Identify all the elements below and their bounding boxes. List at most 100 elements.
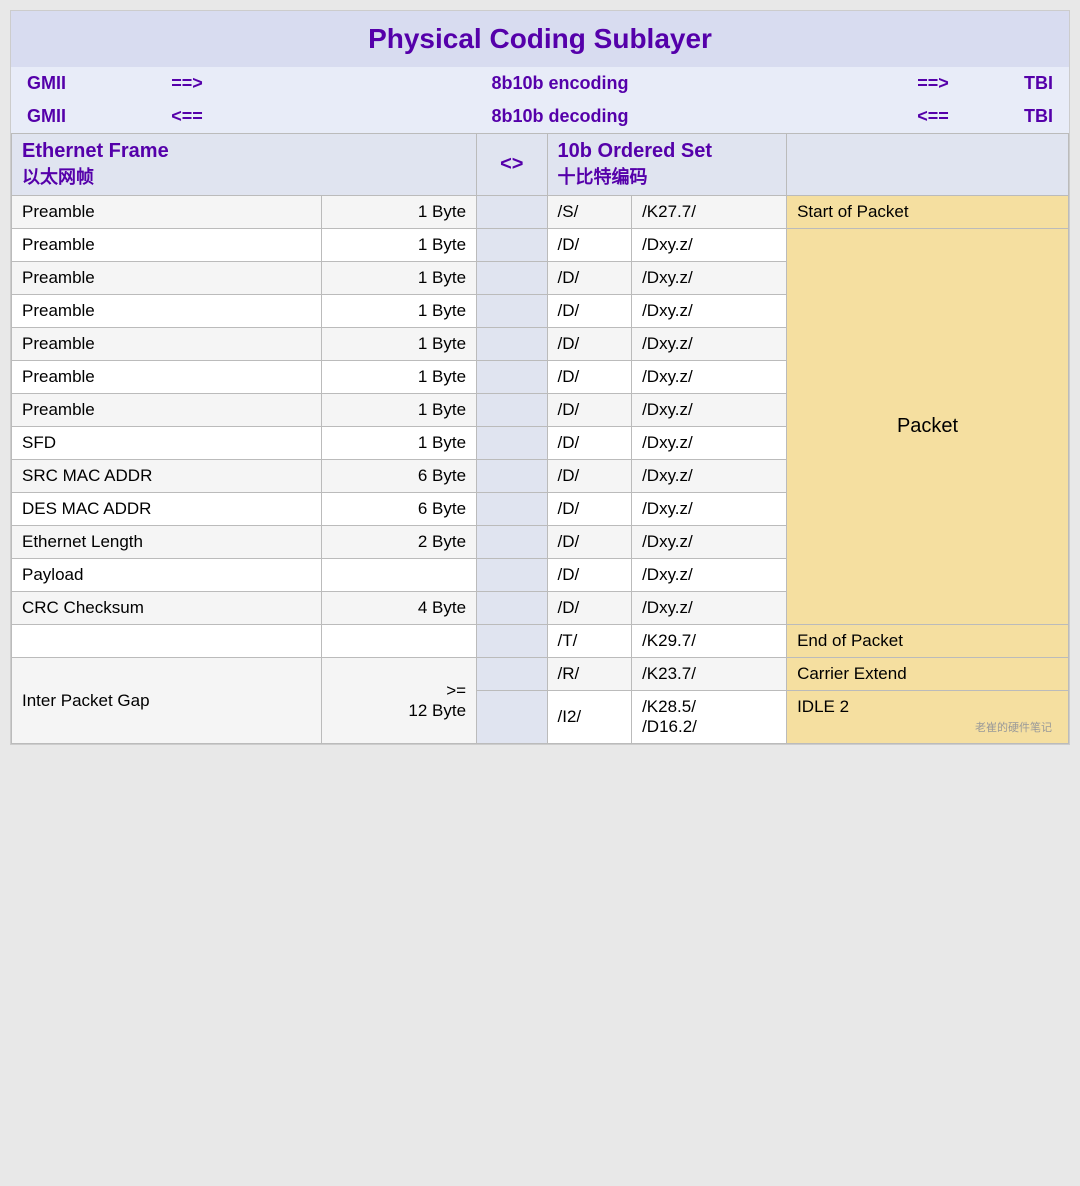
desc-field: Carrier Extend: [787, 658, 1069, 691]
code1-field: /D/: [547, 526, 632, 559]
code1-field: /D/: [547, 460, 632, 493]
code1-field: /D/: [547, 229, 632, 262]
frame-field: DES MAC ADDR: [12, 493, 322, 526]
code1-field: /D/: [547, 427, 632, 460]
encoding-label-1: 8b10b encoding: [227, 73, 893, 94]
sep-field: [477, 328, 547, 361]
frame-field: Payload: [12, 559, 322, 592]
size-field: 1 Byte: [322, 262, 477, 295]
sep-field: [477, 460, 547, 493]
code2-field: /Dxy.z/: [632, 427, 787, 460]
arrow-right-2: ==>: [893, 73, 973, 94]
frame-field: Preamble: [12, 328, 322, 361]
size-field: 4 Byte: [322, 592, 477, 625]
tbi-label-1: TBI: [973, 73, 1053, 94]
size-field: [322, 625, 477, 658]
frame-field: Preamble: [12, 394, 322, 427]
frame-field: Preamble: [12, 361, 322, 394]
code1-field: /D/: [547, 295, 632, 328]
sep-field: [477, 295, 547, 328]
table-row: Preamble 1 Byte /D/ /Dxy.z/ Packet: [12, 229, 1069, 262]
sep-field: [477, 691, 547, 744]
title-bar: Physical Coding Sublayer: [11, 11, 1069, 67]
code2-field: /Dxy.z/: [632, 328, 787, 361]
table-row: Preamble 1 Byte /S/ /K27.7/ Start of Pac…: [12, 196, 1069, 229]
sep-field: [477, 361, 547, 394]
header-arrow: <>: [477, 134, 547, 196]
code1-field: /I2/: [547, 691, 632, 744]
main-container: Physical Coding Sublayer GMII ==> 8b10b …: [10, 10, 1070, 745]
size-field: 1 Byte: [322, 361, 477, 394]
code2-field: /Dxy.z/: [632, 559, 787, 592]
size-field: 1 Byte: [322, 394, 477, 427]
frame-field: Preamble: [12, 262, 322, 295]
frame-field: Preamble: [12, 295, 322, 328]
packet-cell: Packet: [787, 229, 1069, 625]
code1-field: /D/: [547, 328, 632, 361]
code2-field: /Dxy.z/: [632, 592, 787, 625]
size-field: 1 Byte: [322, 328, 477, 361]
code1-field: /D/: [547, 262, 632, 295]
code2-field: /Dxy.z/: [632, 229, 787, 262]
desc-field: IDLE 2 老崔的硬件笔记: [787, 691, 1069, 744]
sep-field: [477, 658, 547, 691]
code2-field: /Dxy.z/: [632, 295, 787, 328]
sep-field: [477, 493, 547, 526]
size-field: 1 Byte: [322, 196, 477, 229]
code2-field: /Dxy.z/: [632, 361, 787, 394]
code2-field: /Dxy.z/: [632, 460, 787, 493]
code1-field: /D/: [547, 592, 632, 625]
sep-field: [477, 625, 547, 658]
encoding-row-2: GMII <== 8b10b decoding <== TBI: [11, 100, 1069, 133]
code2-field: /Dxy.z/: [632, 493, 787, 526]
arrow-left-2: <==: [893, 106, 973, 127]
sep-field: [477, 427, 547, 460]
table-header: Ethernet Frame以太网帧 <> 10b Ordered Set十比特…: [12, 134, 1069, 196]
decoding-label-1: 8b10b decoding: [227, 106, 893, 127]
code2-field: /K23.7/: [632, 658, 787, 691]
frame-field: [12, 625, 322, 658]
page-title: Physical Coding Sublayer: [368, 23, 712, 54]
main-table: Ethernet Frame以太网帧 <> 10b Ordered Set十比特…: [11, 133, 1069, 744]
header-desc: [787, 134, 1069, 196]
code2-field: /K29.7/: [632, 625, 787, 658]
sep-field: [477, 262, 547, 295]
table-row: Inter Packet Gap >=12 Byte /R/ /K23.7/ C…: [12, 658, 1069, 691]
code1-field: /S/: [547, 196, 632, 229]
sep-field: [477, 592, 547, 625]
frame-field: Preamble: [12, 196, 322, 229]
desc-field: End of Packet: [787, 625, 1069, 658]
sep-field: [477, 526, 547, 559]
desc-field: Start of Packet: [787, 196, 1069, 229]
frame-field: Ethernet Length: [12, 526, 322, 559]
size-field: >=12 Byte: [322, 658, 477, 744]
sep-field: [477, 394, 547, 427]
frame-field: CRC Checksum: [12, 592, 322, 625]
code1-field: /T/: [547, 625, 632, 658]
code1-field: /D/: [547, 493, 632, 526]
size-field: 6 Byte: [322, 493, 477, 526]
code2-field: /K28.5//D16.2/: [632, 691, 787, 744]
size-field: [322, 559, 477, 592]
frame-field: SRC MAC ADDR: [12, 460, 322, 493]
code2-field: /Dxy.z/: [632, 262, 787, 295]
size-field: 2 Byte: [322, 526, 477, 559]
size-field: 1 Byte: [322, 229, 477, 262]
gmii-label-1: GMII: [27, 73, 147, 94]
gmii-label-2: GMII: [27, 106, 147, 127]
code2-field: /Dxy.z/: [632, 394, 787, 427]
sep-field: [477, 559, 547, 592]
frame-field: Preamble: [12, 229, 322, 262]
code1-field: /R/: [547, 658, 632, 691]
code1-field: /D/: [547, 559, 632, 592]
sep-field: [477, 196, 547, 229]
code1-field: /D/: [547, 394, 632, 427]
table-row: /T/ /K29.7/ End of Packet: [12, 625, 1069, 658]
header-ethernet: Ethernet Frame以太网帧: [12, 134, 477, 196]
sep-field: [477, 229, 547, 262]
header-ordered-set: 10b Ordered Set十比特编码: [547, 134, 787, 196]
size-field: 1 Byte: [322, 427, 477, 460]
frame-field: SFD: [12, 427, 322, 460]
arrow-left-1: <==: [147, 106, 227, 127]
code1-field: /D/: [547, 361, 632, 394]
